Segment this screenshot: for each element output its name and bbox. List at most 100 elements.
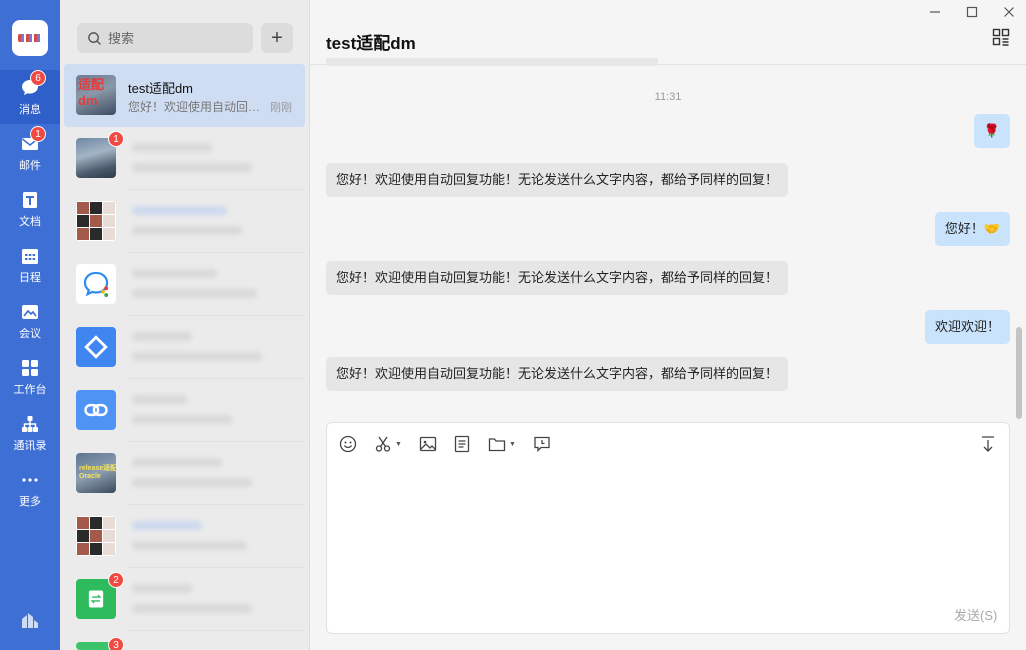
search-icon bbox=[88, 31, 101, 45]
screen-record-icon bbox=[534, 436, 550, 453]
document-button[interactable] bbox=[453, 435, 471, 453]
meeting-icon bbox=[22, 304, 38, 319]
conversation-avatar bbox=[76, 327, 116, 367]
rail-label: 工作台 bbox=[13, 383, 47, 396]
search-input[interactable] bbox=[108, 30, 248, 46]
conversation-item[interactable] bbox=[64, 379, 305, 442]
collapse-composer-button[interactable] bbox=[979, 435, 997, 453]
app-diamond-icon bbox=[84, 335, 108, 359]
unread-badge: 1 bbox=[108, 131, 124, 147]
conversation-item[interactable] bbox=[64, 505, 305, 568]
conversation-item[interactable]: 适配dm test适配dm 您好！欢迎使用自动回复功能！无论发送什么文字内容，都… bbox=[64, 64, 305, 127]
rail-label: 文档 bbox=[19, 215, 41, 228]
conversation-item[interactable]: release适配 Oracle bbox=[64, 442, 305, 505]
message-bubble-out[interactable]: 您好！🤝 bbox=[934, 212, 1010, 246]
send-button[interactable]: 发送(S) bbox=[954, 605, 997, 624]
unread-badge: 2 bbox=[108, 572, 124, 588]
rail-item-docs[interactable]: 文档 bbox=[0, 182, 60, 236]
link-icon bbox=[84, 403, 108, 417]
message-composer[interactable]: ▼ ▼ 发送(S) bbox=[326, 422, 1010, 634]
conversation-avatar bbox=[76, 201, 116, 241]
conversation-item[interactable]: 3 bbox=[64, 631, 305, 650]
message-bubble-out[interactable]: 欢迎欢迎！ bbox=[924, 310, 1010, 344]
conversation-avatar: release适配 Oracle bbox=[76, 453, 116, 493]
unread-badge: 1 bbox=[30, 126, 46, 142]
rail-item-calendar[interactable]: 日程 bbox=[0, 238, 60, 292]
message-timestamp: 11:31 bbox=[654, 91, 682, 103]
rail-item-messages[interactable]: 消息 6 bbox=[0, 70, 60, 124]
conversation-item[interactable] bbox=[64, 190, 305, 253]
message-bubble-out[interactable]: 🌹 bbox=[973, 114, 1010, 148]
blurred-preview bbox=[132, 352, 262, 361]
rail-label: 会议 bbox=[19, 327, 41, 340]
conversation-item[interactable]: 2 bbox=[64, 568, 305, 631]
maximize-icon[interactable] bbox=[965, 5, 979, 19]
conversation-list: + 适配dm test适配dm 您好！欢迎使用自动回复功能！无论发送什么文字内容… bbox=[60, 0, 310, 650]
rail-item-mail[interactable]: 邮件 1 bbox=[0, 126, 60, 180]
conversation-item[interactable] bbox=[64, 253, 305, 316]
screenshot-button[interactable]: ▼ bbox=[374, 435, 402, 453]
rail-label: 更多 bbox=[19, 495, 41, 508]
previous-message-edge bbox=[326, 58, 658, 66]
blurred-name bbox=[132, 584, 192, 593]
rail-item-contacts[interactable]: 通讯录 bbox=[0, 406, 60, 460]
minimize-icon[interactable] bbox=[928, 5, 942, 19]
image-icon bbox=[419, 436, 437, 452]
chat-panel: test适配dm 11:31 🌹 您好！欢迎使用自动回复功能！无论发送什么文字内… bbox=[310, 0, 1026, 650]
conversation-item[interactable] bbox=[64, 316, 305, 379]
close-icon[interactable] bbox=[1002, 5, 1016, 19]
blurred-preview bbox=[132, 478, 252, 487]
emoji-icon bbox=[339, 435, 357, 453]
blurred-name bbox=[132, 332, 192, 341]
conversation-avatar bbox=[76, 516, 116, 556]
conversation-preview: 您好！欢迎使用自动回复功能！无论发送什么文字内容，都给予同样的回复！ bbox=[128, 100, 263, 114]
rail-label: 消息 bbox=[19, 103, 41, 116]
blurred-preview bbox=[132, 541, 247, 550]
add-button[interactable]: + bbox=[261, 23, 293, 53]
search-box[interactable] bbox=[77, 23, 253, 53]
conversation-name: test适配dm bbox=[128, 81, 194, 96]
conversation-avatar bbox=[76, 390, 116, 430]
grid-menu-icon[interactable] bbox=[992, 28, 1010, 46]
conversation-item[interactable]: 1 bbox=[64, 127, 305, 190]
unread-badge: 3 bbox=[108, 637, 124, 650]
message-bubble-in[interactable]: 您好！欢迎使用自动回复功能！无论发送什么文字内容，都给予同样的回复！ bbox=[326, 163, 789, 197]
image-button[interactable] bbox=[419, 435, 437, 453]
rail-item-workbench[interactable]: 工作台 bbox=[0, 350, 60, 404]
rail-label: 邮件 bbox=[19, 159, 41, 172]
folder-icon bbox=[488, 438, 506, 452]
message-bubble-in[interactable]: 您好！欢迎使用自动回复功能！无论发送什么文字内容，都给予同样的回复！ bbox=[326, 357, 789, 391]
chevron-down-icon: ▼ bbox=[509, 440, 516, 448]
blurred-preview bbox=[132, 163, 252, 172]
more-icon bbox=[22, 477, 38, 482]
folder-button[interactable]: ▼ bbox=[488, 435, 516, 453]
rail-label: 通讯录 bbox=[13, 439, 47, 452]
user-avatar[interactable] bbox=[12, 20, 48, 56]
calendar-icon bbox=[22, 248, 38, 264]
transfer-icon bbox=[88, 590, 104, 608]
chat-scrollbar[interactable] bbox=[1016, 327, 1022, 419]
app-rail: 消息 6 邮件 1 文档 日程 会议 工作台 通讯录 更多 bbox=[0, 0, 60, 650]
blurred-preview bbox=[132, 226, 242, 235]
avatar-text: release适配 bbox=[79, 465, 116, 472]
emoji-button[interactable] bbox=[339, 435, 357, 453]
document-icon bbox=[454, 435, 470, 453]
blurred-preview bbox=[132, 289, 257, 298]
rail-label: 日程 bbox=[19, 271, 41, 284]
workspace-icon[interactable] bbox=[20, 610, 40, 630]
contacts-icon bbox=[22, 415, 38, 432]
blurred-name bbox=[132, 143, 212, 152]
scissors-icon bbox=[375, 436, 391, 452]
rail-item-meeting[interactable]: 会议 bbox=[0, 294, 60, 348]
blurred-name bbox=[132, 206, 227, 215]
blurred-preview bbox=[132, 415, 232, 424]
message-bubble-in[interactable]: 您好！欢迎使用自动回复功能！无论发送什么文字内容，都给予同样的回复！ bbox=[326, 261, 789, 295]
blurred-name bbox=[132, 269, 217, 278]
avatar-text: 适配 dm bbox=[78, 77, 105, 108]
unread-badge: 6 bbox=[30, 70, 46, 86]
rail-item-more[interactable]: 更多 bbox=[0, 462, 60, 516]
document-icon bbox=[23, 191, 37, 208]
screen-record-button[interactable] bbox=[533, 435, 551, 453]
chat-title: test适配dm bbox=[326, 34, 416, 53]
blurred-name bbox=[132, 458, 222, 467]
